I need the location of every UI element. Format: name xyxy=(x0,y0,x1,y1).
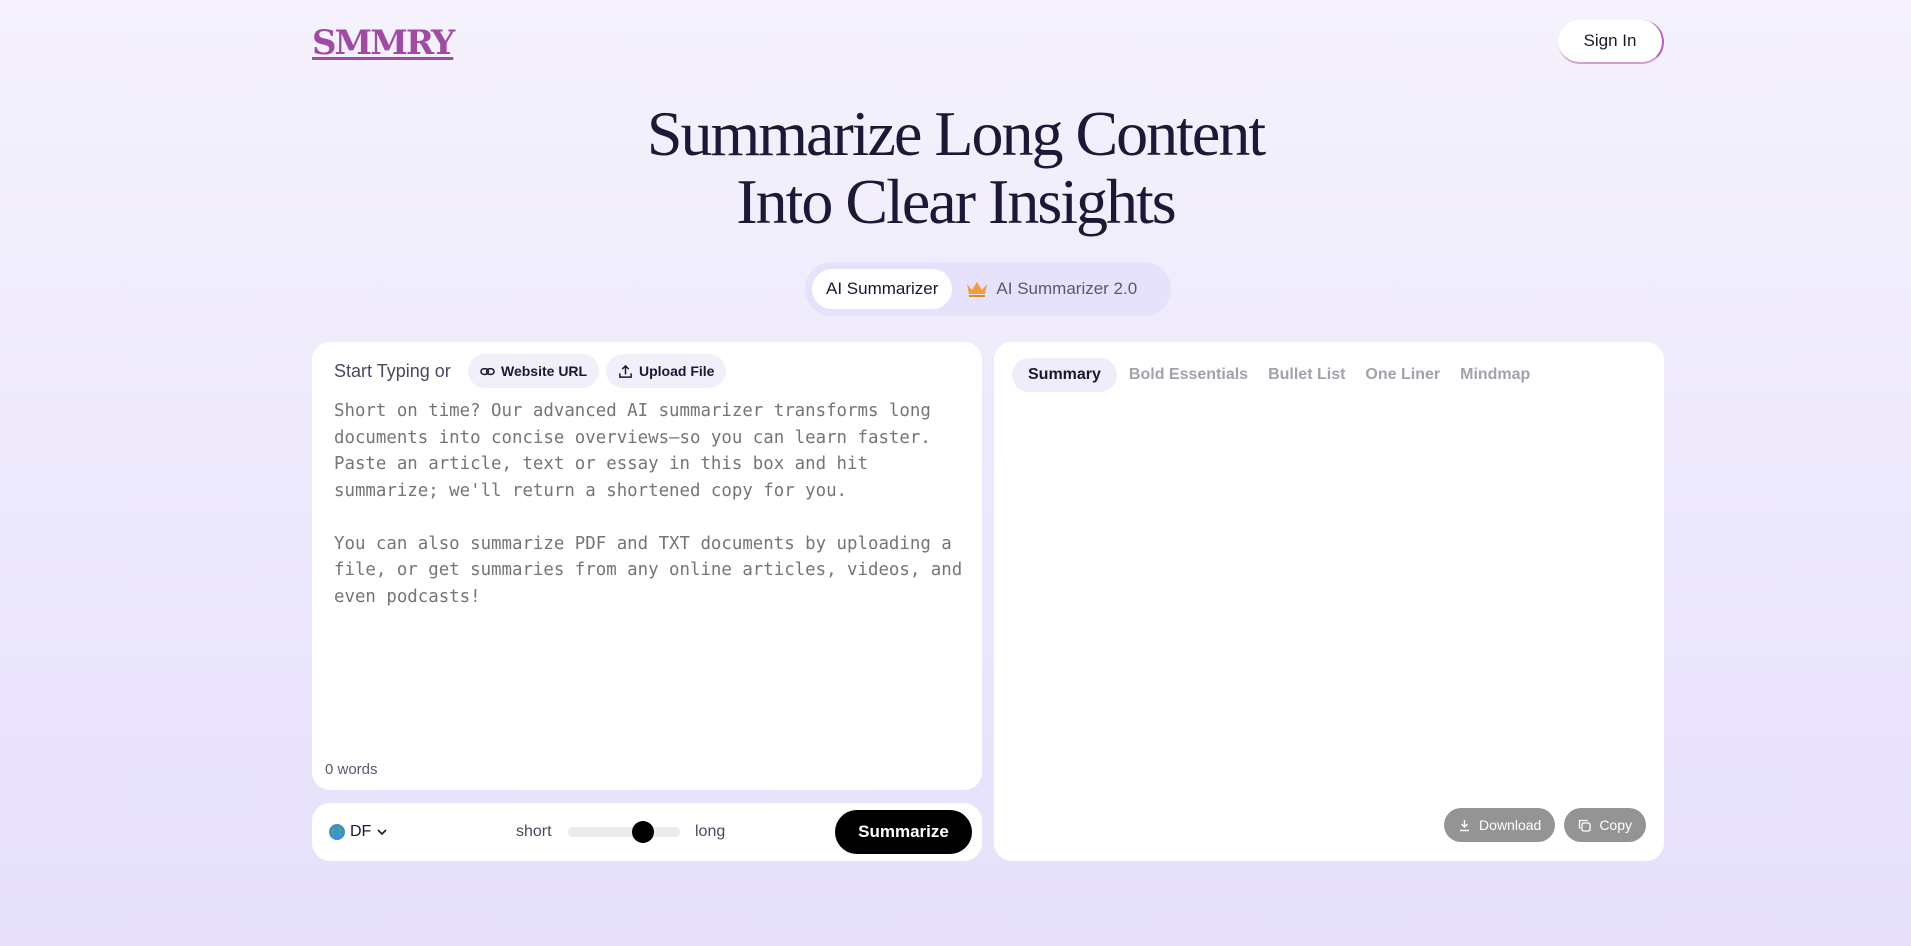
output-format-tabs: Summary Bold Essentials Bullet List One … xyxy=(1012,358,1540,392)
summary-length-slider[interactable] xyxy=(568,821,680,843)
mode-ai-summarizer[interactable]: AI Summarizer xyxy=(812,269,953,309)
upload-icon xyxy=(619,364,632,378)
upload-file-label: Upload File xyxy=(639,363,715,379)
site-header: SMMRY Sign In xyxy=(312,18,1664,68)
language-select[interactable]: DF xyxy=(328,820,389,844)
summarize-button[interactable]: Summarize xyxy=(835,810,972,854)
website-url-label: Website URL xyxy=(501,363,588,379)
chevron-down-icon xyxy=(377,829,387,836)
smmry-logo[interactable]: SMMRY xyxy=(312,23,455,63)
mode-label: AI Summarizer xyxy=(826,279,939,298)
hero-line-1: Summarize Long Content xyxy=(646,98,1266,169)
text-input[interactable] xyxy=(334,398,964,738)
tab-one-liner[interactable]: One Liner xyxy=(1355,358,1450,392)
slider-thumb[interactable] xyxy=(632,821,655,843)
mode-label: AI Summarizer 2.0 xyxy=(996,279,1138,298)
tab-mindmap[interactable]: Mindmap xyxy=(1450,358,1540,392)
tab-summary[interactable]: Summary xyxy=(1012,358,1117,392)
summary-controls: DF short long Summarize xyxy=(312,803,982,861)
copy-icon xyxy=(1579,819,1591,832)
summarizer-mode-toggle: AI Summarizer AI Summarizer 2.0 xyxy=(805,262,1171,316)
output-actions: Download Copy xyxy=(1444,808,1646,842)
language-label: DF xyxy=(350,823,372,840)
website-url-button[interactable]: Website URL xyxy=(468,354,600,388)
download-icon xyxy=(1460,819,1470,831)
globe-icon xyxy=(329,824,345,840)
upload-file-button[interactable]: Upload File xyxy=(606,354,727,388)
long-label: long xyxy=(695,823,726,840)
short-label: short xyxy=(516,823,552,840)
download-button[interactable]: Download xyxy=(1444,808,1556,842)
crown-icon xyxy=(967,282,988,297)
sign-in-button[interactable]: Sign In xyxy=(1558,20,1664,64)
mode-ai-summarizer-2[interactable]: AI Summarizer 2.0 xyxy=(952,269,1151,309)
copy-label: Copy xyxy=(1599,817,1632,833)
download-label: Download xyxy=(1479,817,1542,833)
output-panel: Summary Bold Essentials Bullet List One … xyxy=(994,342,1664,861)
start-typing-label: Start Typing or xyxy=(334,361,451,381)
tab-bold-essentials[interactable]: Bold Essentials xyxy=(1119,358,1258,392)
link-icon xyxy=(480,367,495,375)
hero-line-2: Into Clear Insights xyxy=(736,166,1176,237)
hero-heading: Summarize Long Content Into Clear Insigh… xyxy=(0,100,1911,236)
tab-bullet-list[interactable]: Bullet List xyxy=(1258,358,1355,392)
word-count: 0 words xyxy=(325,761,378,778)
copy-button[interactable]: Copy xyxy=(1564,808,1646,842)
input-panel: Start Typing or Website URL Upload File … xyxy=(312,342,982,790)
